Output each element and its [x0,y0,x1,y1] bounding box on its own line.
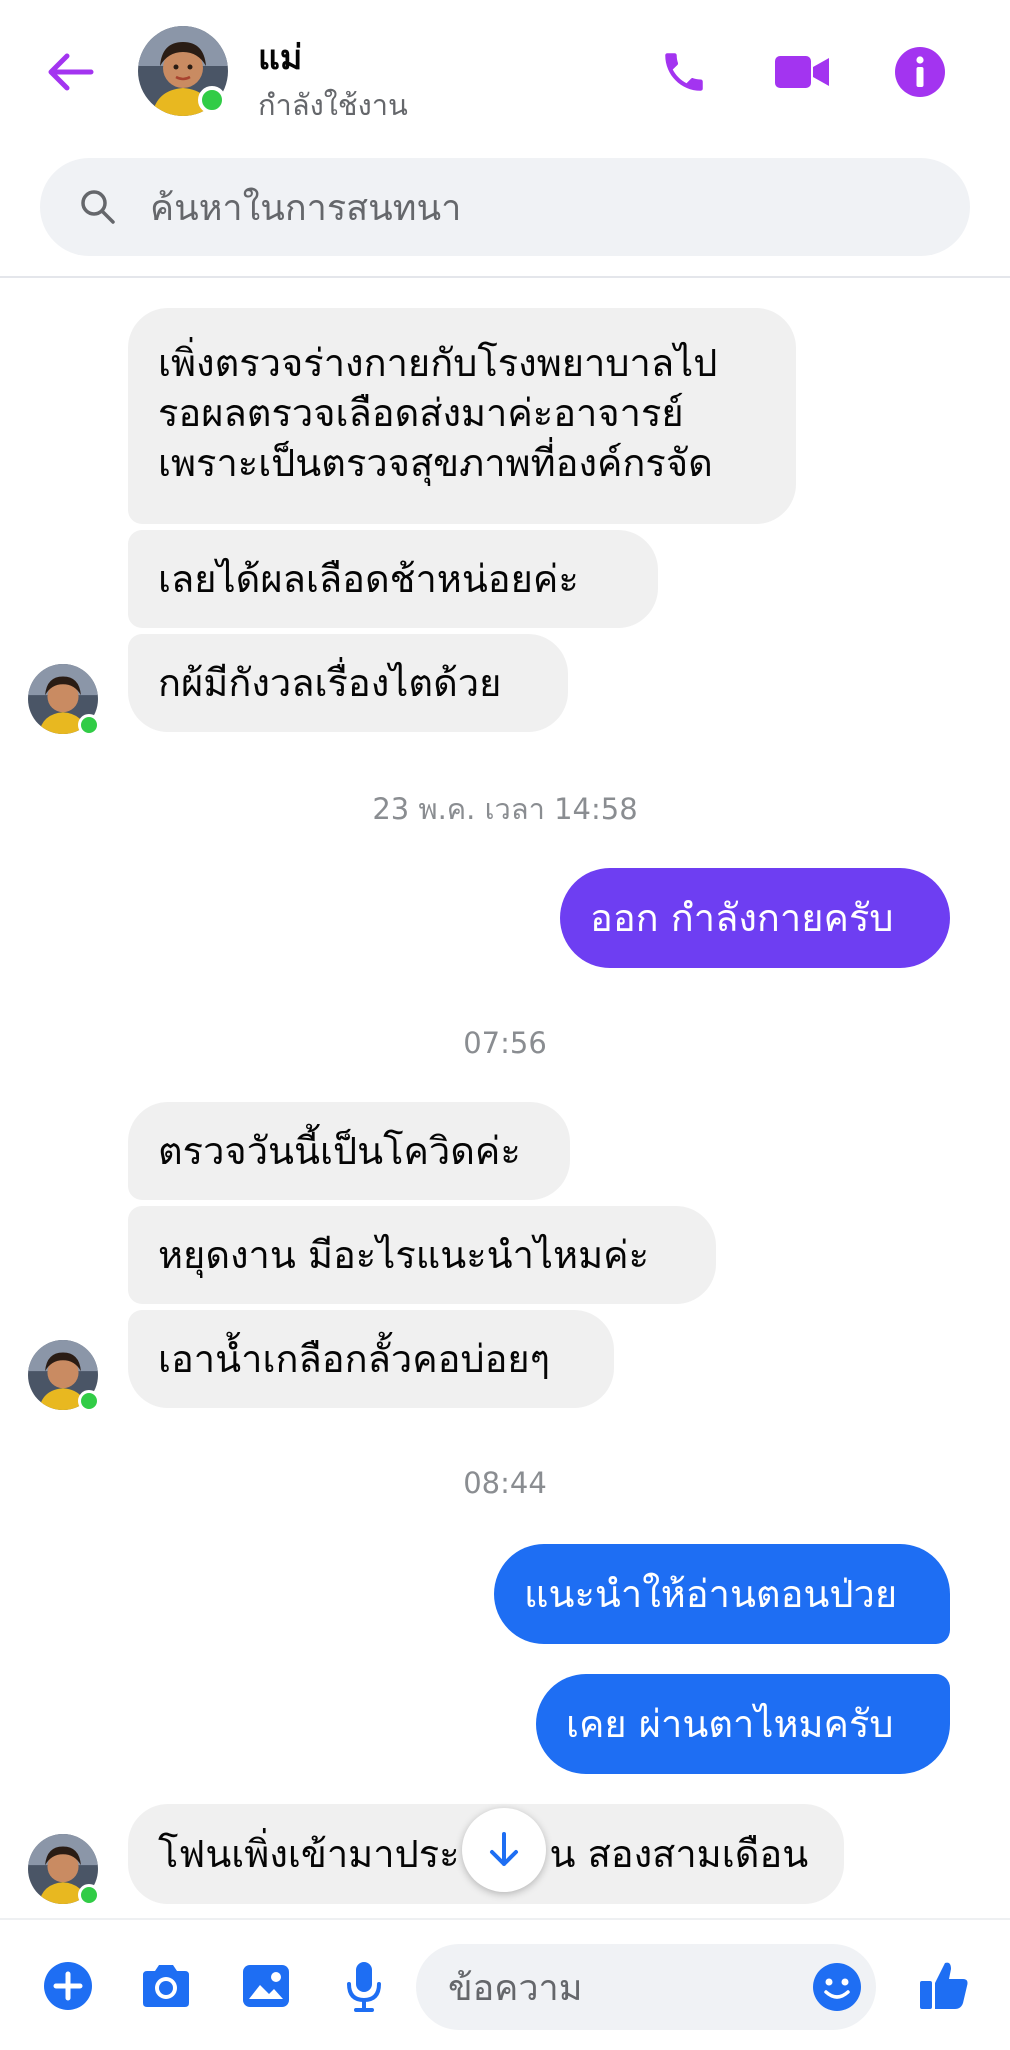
conversation-info-button[interactable] [888,40,952,104]
emoji-icon [813,1963,861,2011]
message-text: หยุดงาน มีอะไรแนะนำไหมค่ะ [158,1233,649,1277]
emoji-button[interactable] [812,1962,862,2012]
incoming-message[interactable]: หยุดงาน มีอะไรแนะนำไหมค่ะ [128,1206,716,1304]
outgoing-message[interactable]: เคย ผ่านตาไหมครับ [536,1674,950,1774]
message-text: เลยได้ผลเลือดช้าหน่อยค่ะ [158,557,579,601]
incoming-message[interactable]: เลยได้ผลเลือดช้าหน่อยค่ะ [128,530,658,628]
message-text: เอาน้ำเกลือกลั้วคอบ่อยๆ [158,1337,551,1381]
contact-name[interactable]: แม่ [258,30,302,84]
online-indicator [78,1390,100,1412]
plus-icon [44,1962,92,2010]
camera-icon [143,1965,189,2007]
video-call-button[interactable] [770,40,834,104]
active-status: กำลังใช้งาน [258,88,408,122]
chat-header: แม่ กำลังใช้งาน [0,0,1010,140]
message-text: โฟนเพิ่งเข้ามาประ [158,1832,460,1876]
message-text: ออก กำลังกายครับ [590,896,894,940]
gallery-icon [243,1965,289,2007]
search-icon [81,190,115,224]
outgoing-message[interactable]: ออก กำลังกายครับ [560,868,950,968]
timestamp: 08:44 [463,1466,547,1500]
message-composer [0,1918,1010,2050]
more-actions-button[interactable] [36,1954,100,2018]
message-text: แนะนำให้อ่านตอนป่วย [524,1572,898,1616]
back-arrow-icon [48,53,94,91]
incoming-message[interactable]: ตรวจวันนี้เป็นโควิดค่ะ [128,1102,570,1200]
microphone-icon [347,1962,381,2012]
online-indicator [78,714,100,736]
message-input-field[interactable] [416,1944,876,2032]
gallery-button[interactable] [234,1954,298,2018]
message-line: เพิ่งตรวจร่างกายกับโรงพยาบาลไป [158,341,718,385]
scroll-down-icon [490,1832,518,1866]
incoming-message-group[interactable]: เพิ่งตรวจร่างกายกับโรงพยาบาลไป รอผลตรวจเ… [128,308,796,524]
timestamp: 07:56 [463,1026,547,1060]
like-button[interactable] [912,1954,976,2018]
camera-button[interactable] [134,1954,198,2018]
video-call-icon [775,56,829,88]
search-input[interactable] [148,158,932,258]
message-input[interactable] [446,1944,790,2032]
message-line: รอผลตรวจเลือดส่งมาค่ะอาจารย์ [158,391,684,435]
outgoing-message[interactable]: แนะนำให้อ่านตอนป่วย [494,1544,950,1644]
back-button[interactable] [38,40,102,104]
message-text: น สองสามเดือน [549,1832,809,1876]
message-line: เพราะเป็นตรวจสุขภาพที่องค์กรจัด [158,441,713,485]
timestamp: 23 พ.ค. เวลา 14:58 [372,792,638,826]
message-text: กผ้มีกังวลเรื่องไตด้วย [158,661,502,705]
incoming-message[interactable]: เอาน้ำเกลือกลั้วคอบ่อยๆ [128,1310,614,1408]
header-divider [0,276,1010,278]
conversation-search[interactable] [40,158,970,258]
voice-clip-button[interactable] [332,1954,396,2018]
message-text: ตรวจวันนี้เป็นโควิดค่ะ [158,1129,521,1173]
voice-call-button[interactable] [652,40,716,104]
message-text: เคย ผ่านตาไหมครับ [566,1702,894,1746]
online-indicator [198,86,226,114]
thumbs-up-icon [920,1962,968,2009]
phone-icon [665,53,703,91]
scroll-to-bottom-button[interactable] [462,1808,546,1892]
info-icon [895,47,945,97]
incoming-message[interactable]: กผ้มีกังวลเรื่องไตด้วย [128,634,568,732]
online-indicator [78,1884,100,1906]
